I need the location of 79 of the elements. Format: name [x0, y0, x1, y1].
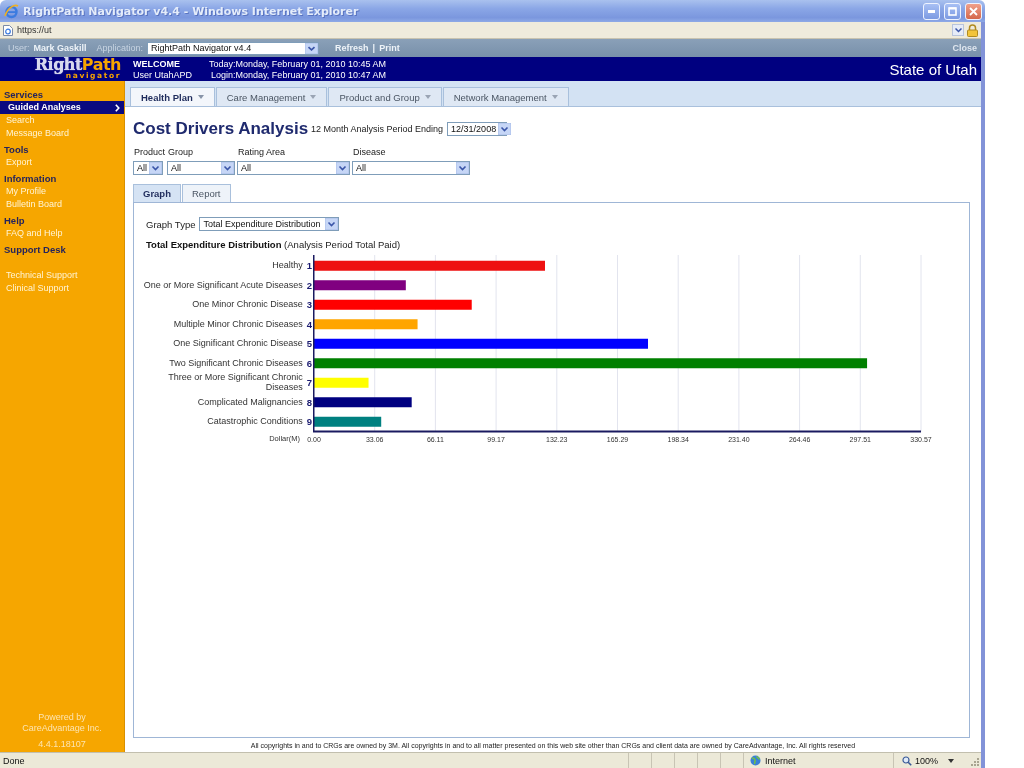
- chevron-down-icon: [954, 27, 962, 33]
- category-label: Healthy 1: [272, 261, 312, 271]
- sidebar-heading: Support Desk: [3, 243, 67, 256]
- zoom-level-button[interactable]: 100%: [893, 753, 963, 768]
- browser-logo-icon: [4, 3, 19, 19]
- close-button[interactable]: [965, 2, 982, 20]
- category-label: Three or More Significant Chronic Diseases 7: [167, 373, 312, 393]
- graph-type-label: Graph Type: [146, 218, 196, 230]
- sidebar-item[interactable]: Guided Analyses: [0, 101, 124, 114]
- address-dropdown-button[interactable]: [952, 24, 964, 36]
- chevron-down-icon: [336, 162, 350, 174]
- user-name: Mark Gaskill: [33, 43, 87, 53]
- globe-icon: [750, 755, 761, 766]
- caret-icon: [948, 758, 954, 763]
- minimize-icon: [928, 9, 935, 13]
- menu-tab[interactable]: Product and Group: [328, 87, 442, 106]
- window-title: RightPath Navigator v4.4 - Windows Internet Explorer: [23, 4, 360, 18]
- caret-icon: [310, 95, 317, 99]
- period-select[interactable]: 12/31/2008: [447, 122, 508, 136]
- application-select[interactable]: RightPath Navigator v4.4: [147, 41, 320, 55]
- menu-tab[interactable]: Care Management: [215, 87, 328, 106]
- caret-icon: [197, 95, 204, 99]
- view-tab[interactable]: Report: [182, 184, 231, 202]
- sidebar-heading: Information: [3, 172, 58, 185]
- logo-wordmark: RightPath: [34, 58, 121, 72]
- caret-icon: [424, 95, 431, 99]
- category-label: One Significant Chronic Disease 5: [173, 339, 312, 349]
- status-text: Done: [2, 755, 26, 766]
- chevron-down-icon: [325, 218, 339, 230]
- maximize-icon: [948, 6, 957, 16]
- category-label: Multiple Minor Chronic Diseases 4: [173, 319, 312, 329]
- version-text: 4.4.1.18107: [38, 739, 86, 750]
- lock-icon[interactable]: [967, 23, 978, 37]
- menu-tab[interactable]: Health Plan: [130, 87, 215, 106]
- session-time-text: Today:Monday, February 01, 2010 10:45 AM: [209, 58, 386, 69]
- user-label: User:: [8, 43, 30, 53]
- chevron-right-icon: [115, 103, 120, 112]
- graph-type-select[interactable]: Total Expenditure Distribution: [199, 217, 340, 231]
- close-icon: [969, 6, 978, 16]
- application-label: Application:: [96, 43, 144, 53]
- chevron-down-icon: [221, 162, 235, 174]
- security-zone-text: Internet: [743, 753, 893, 768]
- powered-by-text: Powered by CareAdvantage Inc.: [21, 712, 103, 734]
- filter-select[interactable]: All: [167, 161, 236, 175]
- chevron-down-icon: [456, 162, 470, 174]
- minimize-button[interactable]: [923, 2, 940, 20]
- filter-select[interactable]: All: [133, 161, 163, 175]
- chevron-down-icon: [305, 42, 319, 54]
- filter-select[interactable]: All: [237, 161, 351, 175]
- resize-grip-icon: [969, 755, 979, 766]
- category-label: Catastrophic Conditions 9: [207, 417, 312, 427]
- magnifier-icon: [902, 755, 912, 766]
- organization-name: State of Utah: [889, 60, 978, 78]
- category-label: One or More Significant Acute Diseases 2: [143, 280, 312, 290]
- category-label: Two Significant Chronic Diseases 6: [169, 358, 312, 368]
- filter-label: Rating Area: [237, 147, 287, 157]
- category-label: Complicated Malignancies 8: [197, 397, 312, 407]
- chevron-down-icon: [149, 162, 162, 174]
- user-id-text: User UtahAPD: [133, 69, 193, 80]
- period-label: 12 Month Analysis Period Ending: [311, 124, 444, 134]
- caret-icon: [551, 95, 558, 99]
- chart-title: Total Expenditure Distribution (Analysis Period Total Paid): [146, 239, 402, 250]
- sidebar-heading: Services: [3, 88, 45, 101]
- page-icon: [3, 24, 13, 36]
- category-label: One Minor Chronic Disease 3: [192, 300, 312, 310]
- filter-label: Product: [133, 147, 166, 157]
- welcome-text: WELCOME: [133, 58, 180, 69]
- chevron-down-icon: [498, 123, 512, 135]
- link-separator: |: [372, 43, 376, 53]
- view-tab[interactable]: Graph: [133, 184, 181, 202]
- page-title: Cost Drivers Analysis: [133, 119, 310, 139]
- filter-label: Group: [167, 147, 195, 157]
- sidebar-heading: Tools: [3, 143, 30, 156]
- filter-select[interactable]: All: [352, 161, 471, 175]
- filter-label: Disease: [352, 147, 387, 157]
- session-time-text: Login:Monday, February 01, 2010 10:47 AM: [211, 69, 386, 80]
- sidebar-heading: Help: [3, 214, 26, 227]
- maximize-button[interactable]: [944, 2, 961, 20]
- menu-tab[interactable]: Network Management: [442, 87, 569, 106]
